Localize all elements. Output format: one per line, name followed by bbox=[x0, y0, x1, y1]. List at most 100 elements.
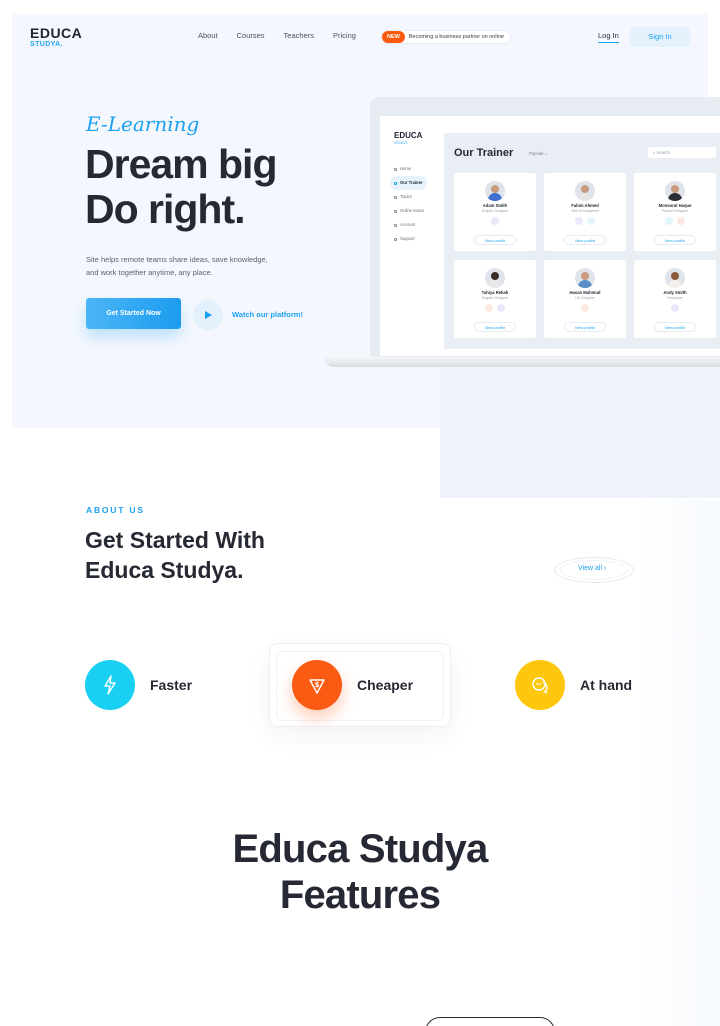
benefit-label: At hand bbox=[580, 677, 633, 693]
hero-headline: Dream big Do right. bbox=[85, 142, 277, 232]
view-all-link[interactable]: View all › bbox=[578, 565, 606, 572]
avatar bbox=[665, 268, 685, 288]
avatar bbox=[575, 268, 595, 288]
view-profile-link: View profile bbox=[564, 235, 606, 245]
trainer-role: Developer bbox=[667, 296, 683, 300]
avatar bbox=[665, 181, 685, 201]
avatar bbox=[575, 181, 595, 201]
mockup-logo-name: EDUCA bbox=[394, 131, 423, 140]
main-nav: About Courses Teachers Pricing bbox=[198, 31, 375, 40]
hero-desc-line-1: Site helps remote teams share ideas, sav… bbox=[86, 255, 268, 264]
mockup-title: Our Trainer bbox=[454, 147, 514, 159]
skill-icon bbox=[665, 217, 673, 225]
benefit-faster[interactable]: Faster bbox=[85, 660, 192, 710]
user-icon bbox=[394, 181, 397, 185]
mockup-logo-sub: STUDY. bbox=[394, 140, 409, 145]
mockup-menu-home: Home bbox=[390, 162, 440, 176]
account-icon bbox=[394, 223, 397, 227]
topics-icon bbox=[394, 195, 397, 199]
benefit-label: Faster bbox=[150, 677, 193, 693]
mockup-sidebar: Home Our Trainer Topics Online Exam Acco… bbox=[390, 162, 440, 246]
avatar bbox=[485, 181, 505, 201]
trainer-card: Andy Smith Developer View profile bbox=[634, 260, 716, 338]
chat-bubbles-icon bbox=[515, 660, 565, 710]
mockup-menu-support: Support bbox=[390, 232, 440, 246]
mockup-menu-label: Our Trainer bbox=[400, 180, 423, 185]
logo[interactable]: EDUCA STUDYA. bbox=[30, 25, 83, 49]
hero-tagline: E-Learning bbox=[86, 112, 200, 136]
hero-desc-line-2: and work together anytime, any place. bbox=[86, 268, 213, 277]
trainer-card: Hasan Mahmud UX Designer View profile bbox=[544, 260, 626, 338]
trainer-name: Hasan Mahmud bbox=[569, 290, 601, 295]
new-badge: NEW bbox=[382, 31, 405, 43]
play-icon bbox=[205, 311, 212, 319]
trainer-card: Fahim Ahmed Web Development View profile bbox=[544, 173, 626, 251]
benefit-cheaper[interactable]: $ Cheaper bbox=[292, 660, 413, 710]
signin-button[interactable]: Sign In bbox=[630, 27, 690, 47]
headline-line-2: Do right. bbox=[85, 186, 246, 232]
view-profile-link: View profile bbox=[654, 235, 696, 245]
trainer-name: Tahiya Rekah bbox=[481, 290, 509, 295]
promo-text: Becoming a business partner on online bbox=[408, 34, 504, 40]
view-profile-link: View profile bbox=[474, 322, 516, 332]
features-title-line-2: Features bbox=[279, 873, 441, 917]
nav-pricing[interactable]: Pricing bbox=[333, 31, 356, 40]
features-title: Educa Studya Features bbox=[0, 826, 720, 918]
home-icon bbox=[394, 167, 397, 171]
trainer-role: Web Development bbox=[571, 209, 599, 213]
trainer-card: Monsurul Haque Product Designer View pro… bbox=[634, 173, 716, 251]
mockup-menu-topics: Topics bbox=[390, 190, 440, 204]
mockup-menu-label: Online Exam bbox=[400, 208, 424, 213]
benefit-label: Cheaper bbox=[357, 677, 414, 693]
nav-teachers[interactable]: Teachers bbox=[284, 31, 314, 40]
view-profile-link: View profile bbox=[564, 322, 606, 332]
mockup-search: ⌕ Search bbox=[648, 147, 716, 158]
nav-about[interactable]: About bbox=[198, 31, 218, 40]
benefit-at-hand[interactable]: At hand bbox=[515, 660, 632, 710]
mockup-menu-exam: Online Exam bbox=[390, 204, 440, 218]
trainer-role: UX Designer bbox=[575, 296, 595, 300]
side-gradient bbox=[640, 500, 720, 1026]
mockup-menu-label: Home bbox=[400, 166, 412, 171]
mockup-search-placeholder: Search bbox=[656, 150, 670, 155]
promo-pill[interactable]: NEW Becoming a business partner on onlin… bbox=[381, 30, 511, 44]
play-button[interactable] bbox=[193, 300, 223, 330]
skill-icon bbox=[575, 217, 583, 225]
mockup-menu-label: Support bbox=[400, 236, 415, 241]
view-profile-link: View profile bbox=[474, 235, 516, 245]
features-title-line-1: Educa Studya bbox=[232, 827, 489, 871]
headline-line-1: Dream big bbox=[85, 141, 277, 187]
trainer-name: Adam Smith bbox=[482, 203, 508, 208]
avatar bbox=[485, 268, 505, 288]
skill-icon bbox=[491, 217, 499, 225]
skill-icon bbox=[671, 304, 679, 312]
lightning-icon bbox=[85, 660, 135, 710]
exam-icon bbox=[394, 209, 397, 213]
logo-name: EDUCA bbox=[30, 25, 83, 41]
laptop-base bbox=[324, 357, 720, 367]
trainer-card: Tahiya Rekah Graphic Designer View profi… bbox=[454, 260, 536, 338]
get-started-button[interactable]: Get Started Now bbox=[86, 298, 181, 329]
skill-icon bbox=[677, 217, 685, 225]
about-title-line-1: Get Started With bbox=[85, 527, 265, 553]
hero-background-accent bbox=[440, 360, 720, 498]
trainer-name: Andy Smith bbox=[663, 290, 687, 295]
trainer-name: Fahim Ahmed bbox=[571, 203, 599, 208]
watch-platform-link[interactable]: Watch our platform! bbox=[232, 310, 303, 319]
mockup-menu-label: Account bbox=[400, 222, 416, 227]
about-label: ABOUT US bbox=[86, 505, 145, 515]
trainer-card: Adam Smith Graphic Designer View profile bbox=[454, 173, 536, 251]
skill-icon bbox=[497, 304, 505, 312]
trainer-role: Graphic Designer bbox=[481, 209, 509, 213]
bottom-button-outline[interactable] bbox=[425, 1017, 555, 1026]
mockup-menu-trainer: Our Trainer bbox=[390, 176, 427, 190]
mockup-menu-account: Account bbox=[390, 218, 440, 232]
skill-icon bbox=[485, 304, 493, 312]
trainer-name: Monsurul Haque bbox=[658, 203, 692, 208]
nav-courses[interactable]: Courses bbox=[237, 31, 265, 40]
about-title-line-2: Educa Studya. bbox=[85, 557, 244, 583]
login-link[interactable]: Log In bbox=[598, 31, 619, 43]
trainer-role: Product Designer bbox=[661, 209, 689, 213]
trainer-role: Graphic Designer bbox=[481, 296, 509, 300]
mockup-filter: Popular ⌄ bbox=[529, 151, 549, 156]
